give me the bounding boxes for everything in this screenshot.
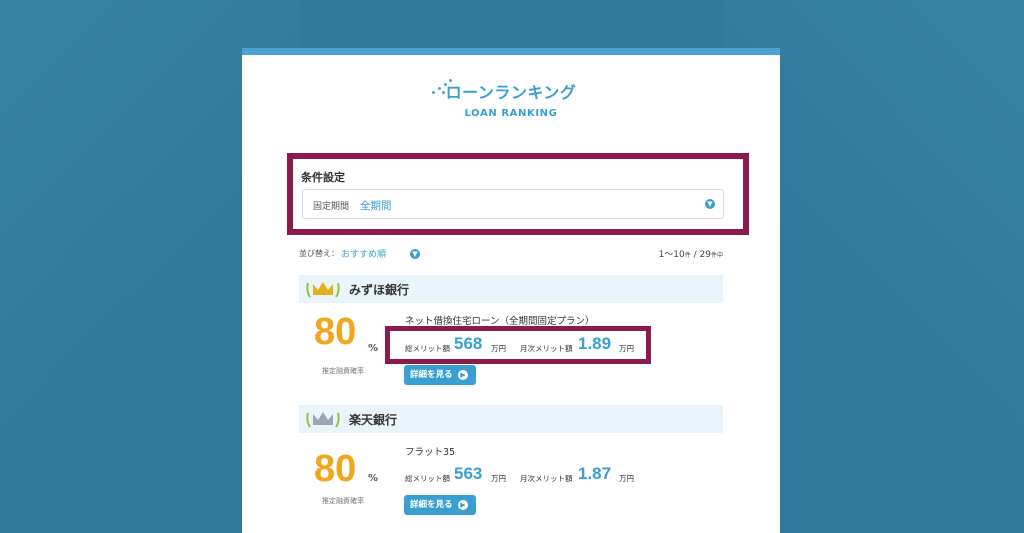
detail-button-label: 詳細を見る [410,370,453,380]
monthly-merit-unit: 万円 [619,474,634,483]
detail-button-label: 詳細を見る [410,500,453,510]
total-merit-unit: 万円 [491,474,506,483]
fixed-period-label: 固定期間 [313,202,350,212]
page-title: ローンランキング [445,83,577,102]
approval-rate-unit: % [368,343,379,354]
approval-rate-unit: % [368,473,379,484]
ranking-header: ローンランキング LOAN RANKING [242,79,780,119]
result-count: 1〜10件 / 29件中 [658,250,723,260]
monthly-merit-label: 月次メリット額 [520,474,573,483]
ranking-card: ローンランキング LOAN RANKING 条件設定 固定期間 全期間 ▼ 並び… [242,48,780,533]
total-merit-value: 563 [454,464,483,483]
gold-crown-icon [306,282,340,298]
approval-rate-label: 推定融資確率 [322,367,364,375]
page-subtitle: LOAN RANKING [464,108,558,119]
silver-crown-icon [306,412,340,428]
loan-plan-name: フラット35 [405,447,456,458]
sparkle-icon [432,79,454,95]
merit-highlight-box [385,326,651,364]
chevron-down-icon: ▼ [705,199,715,209]
arrow-right-icon: ▶ [458,500,468,510]
bank-name[interactable]: 楽天銀行 [349,411,397,428]
approval-rate: 80 [314,448,357,490]
fixed-period-value: 全期間 [360,200,392,212]
filter-title: 条件設定 [301,171,345,184]
detail-button[interactable]: 詳細を見る ▶ [404,365,476,385]
arrow-right-icon: ▶ [458,370,468,380]
chevron-down-icon[interactable]: ▼ [410,249,420,259]
detail-button[interactable]: 詳細を見る ▶ [404,495,476,515]
approval-rate: 80 [314,311,357,353]
sort-row: 並び替え： おすすめ順 ▼ 1〜10件 / 29件中 [299,246,723,262]
fixed-period-select[interactable]: 固定期間 全期間 ▼ [302,189,724,219]
sort-select[interactable]: おすすめ順 [341,247,386,260]
loan-plan-name: ネット借換住宅ローン（全期間固定プラン） [405,316,595,327]
total-merit-label: 総メリット額 [405,474,450,483]
bank-name[interactable]: みずほ銀行 [349,281,409,298]
monthly-merit-value: 1.87 [578,464,612,483]
filter-panel: 条件設定 固定期間 全期間 ▼ [287,153,749,235]
bank-header: みずほ銀行 [299,275,723,303]
bank-header: 楽天銀行 [299,405,723,433]
sort-label: 並び替え： [299,249,339,258]
approval-rate-label: 推定融資確率 [322,497,364,505]
